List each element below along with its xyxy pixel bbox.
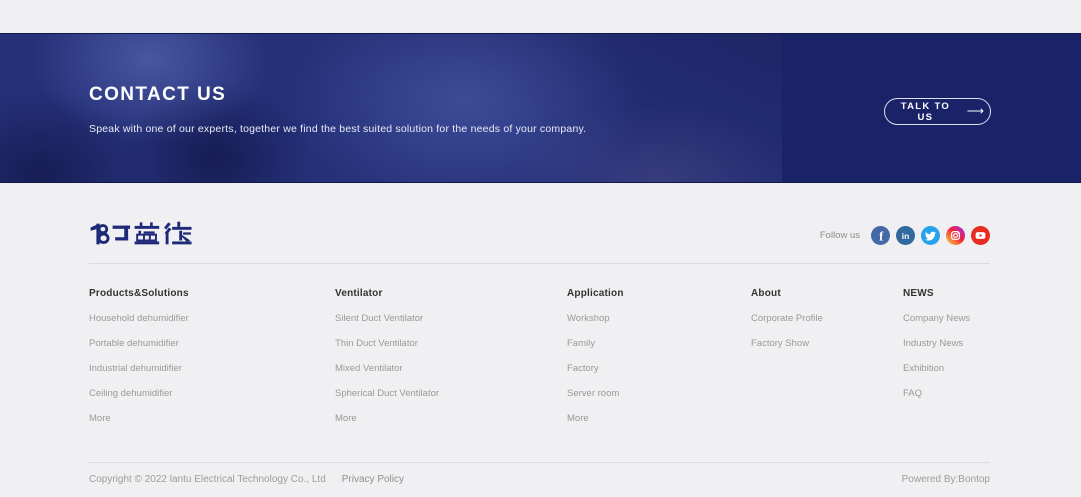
footer-column-about: About Corporate Profile Factory Show bbox=[751, 288, 823, 361]
banner-photo-overlay bbox=[0, 34, 782, 182]
footer-column-application: Application Workshop Family Factory Server r… bbox=[567, 288, 624, 436]
linkedin-icon[interactable]: in bbox=[896, 226, 915, 245]
footer-column-news: NEWS Company News Industry News Exhibition F… bbox=[903, 288, 970, 411]
footer-link-item: More bbox=[89, 411, 189, 425]
footer-link[interactable]: Server room bbox=[567, 388, 619, 399]
footer-link-item: Exhibition bbox=[903, 361, 970, 375]
footer-column-title: NEWS bbox=[903, 288, 970, 300]
footer-link-item: Spherical Duct Ventilator bbox=[335, 386, 439, 400]
footer-column-products-solutions: Products&Solutions Household dehumidifier… bbox=[89, 288, 189, 436]
footer-link-item: Company News bbox=[903, 311, 970, 325]
footer-bottom-divider bbox=[89, 462, 990, 463]
page-footer-section: CONTACT US Speak with one of our experts… bbox=[0, 0, 1081, 497]
footer-link-item: Thin Duct Ventilator bbox=[335, 336, 439, 350]
twitter-icon[interactable] bbox=[921, 226, 940, 245]
footer-link-item: Industrial dehumidifier bbox=[89, 361, 189, 375]
bottom-bar: Copyright © 2022 lantu Electrical Techno… bbox=[89, 474, 990, 485]
contact-subtitle: Speak with one of our experts, together … bbox=[89, 123, 586, 135]
footer-link-item: Mixed Ventilator bbox=[335, 361, 439, 375]
footer-link-item: Industry News bbox=[903, 336, 970, 350]
footer-top-divider bbox=[89, 263, 990, 264]
footer-link-item: Ceiling dehumidifier bbox=[89, 386, 189, 400]
footer-link-item: Server room bbox=[567, 386, 624, 400]
follow-us-label: Follow us bbox=[820, 230, 860, 241]
footer-link[interactable]: Factory bbox=[567, 363, 599, 374]
footer-column-title: Ventilator bbox=[335, 288, 439, 300]
footer-link[interactable]: More bbox=[567, 413, 589, 424]
powered-by-link[interactable]: Powered By:Bontop bbox=[902, 474, 990, 485]
youtube-icon[interactable] bbox=[971, 226, 990, 245]
footer-link[interactable]: Ceiling dehumidifier bbox=[89, 388, 172, 399]
contact-title: CONTACT US bbox=[89, 84, 226, 106]
copyright-text: Copyright © 2022 lantu Electrical Techno… bbox=[89, 474, 326, 485]
footer-link[interactable]: More bbox=[89, 413, 111, 424]
footer-link-item: Workshop bbox=[567, 311, 624, 325]
footer-link[interactable]: Factory Show bbox=[751, 338, 809, 349]
footer-link-item: Portable dehumidifier bbox=[89, 336, 189, 350]
svg-text:in: in bbox=[902, 231, 910, 241]
footer-link[interactable]: Spherical Duct Ventilator bbox=[335, 388, 439, 399]
footer-link[interactable]: Exhibition bbox=[903, 363, 944, 374]
footer-link[interactable]: Corporate Profile bbox=[751, 313, 823, 324]
footer-link[interactable]: Silent Duct Ventilator bbox=[335, 313, 423, 324]
footer-link-item: Household dehumidifier bbox=[89, 311, 189, 325]
footer-link-item: Corporate Profile bbox=[751, 311, 823, 325]
facebook-icon[interactable]: f bbox=[871, 226, 890, 245]
talk-to-us-label: TALK TO US bbox=[891, 101, 960, 123]
footer-link-item: FAQ bbox=[903, 386, 970, 400]
follow-us-row: Follow us f in bbox=[820, 226, 990, 245]
footer-column-title: Products&Solutions bbox=[89, 288, 189, 300]
footer-link[interactable]: Household dehumidifier bbox=[89, 313, 189, 324]
talk-to-us-button[interactable]: TALK TO US ⟶ bbox=[884, 98, 991, 125]
privacy-policy-link[interactable]: Privacy Policy bbox=[342, 474, 404, 485]
footer-link[interactable]: Thin Duct Ventilator bbox=[335, 338, 418, 349]
footer-link[interactable]: Workshop bbox=[567, 313, 610, 324]
footer-link[interactable]: Mixed Ventilator bbox=[335, 363, 403, 374]
footer-link[interactable]: More bbox=[335, 413, 357, 424]
footer-link-item: Silent Duct Ventilator bbox=[335, 311, 439, 325]
footer-link[interactable]: FAQ bbox=[903, 388, 922, 399]
footer-link-item: Factory bbox=[567, 361, 624, 375]
footer-link[interactable]: Family bbox=[567, 338, 595, 349]
footer-link-item: More bbox=[335, 411, 439, 425]
footer-link[interactable]: Industrial dehumidifier bbox=[89, 363, 182, 374]
footer-link-item: Family bbox=[567, 336, 624, 350]
lantu-logo[interactable] bbox=[88, 220, 198, 248]
footer-link[interactable]: Industry News bbox=[903, 338, 963, 349]
footer-column-ventilator: Ventilator Silent Duct Ventilator Thin Duc… bbox=[335, 288, 439, 436]
footer-link-item: More bbox=[567, 411, 624, 425]
contact-banner: CONTACT US Speak with one of our experts… bbox=[0, 33, 1081, 183]
footer-column-title: Application bbox=[567, 288, 624, 300]
footer-link[interactable]: Company News bbox=[903, 313, 970, 324]
arrow-right-icon: ⟶ bbox=[967, 105, 984, 117]
instagram-icon[interactable] bbox=[946, 226, 965, 245]
logo-glyphs bbox=[91, 222, 192, 245]
social-icons-group: f in bbox=[871, 226, 990, 245]
footer-column-title: About bbox=[751, 288, 823, 300]
footer-link-item: Factory Show bbox=[751, 336, 823, 350]
footer-link[interactable]: Portable dehumidifier bbox=[89, 338, 179, 349]
